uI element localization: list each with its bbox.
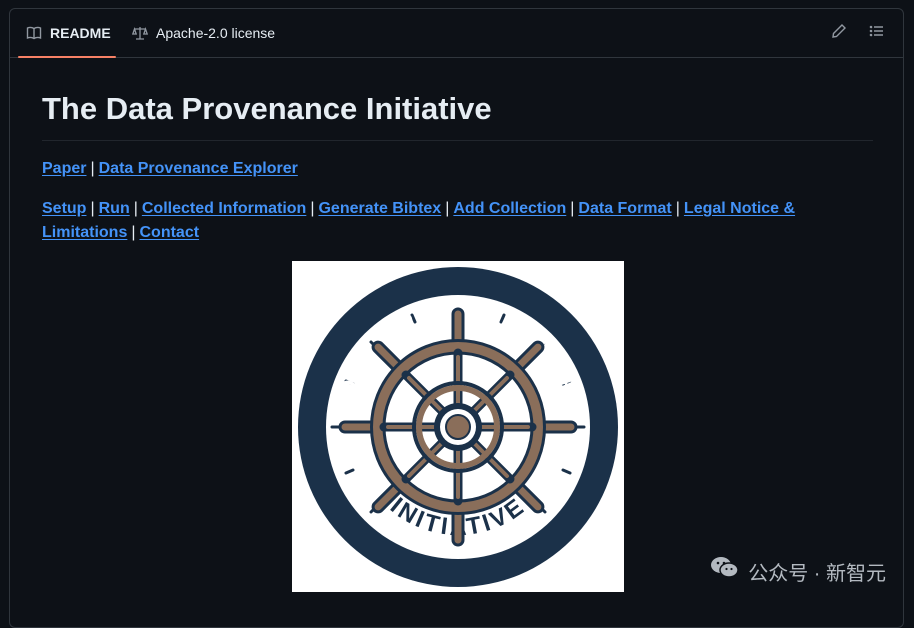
link-data-provenance-explorer[interactable]: Data Provenance Explorer	[99, 160, 298, 177]
link-row-primary: Paper|Data Provenance Explorer	[42, 157, 298, 181]
link-paper[interactable]: Paper	[42, 160, 86, 177]
readme-panel: README Apache-2.0 license	[9, 8, 904, 628]
link-separator: |	[441, 200, 453, 217]
title-divider	[42, 140, 873, 141]
tab-bar: README Apache-2.0 license	[10, 9, 903, 58]
link-legal-notice[interactable]: Legal Notice &	[684, 200, 795, 217]
pencil-icon	[831, 23, 847, 44]
link-separator: |	[306, 200, 318, 217]
book-icon	[26, 25, 42, 41]
tab-readme[interactable]: README	[18, 9, 116, 57]
list-icon	[869, 23, 885, 44]
link-limitations[interactable]: Limitations	[42, 224, 127, 241]
edit-button[interactable]	[829, 23, 849, 43]
link-separator: |	[86, 160, 98, 177]
link-separator: |	[566, 200, 578, 217]
link-contact[interactable]: Contact	[140, 224, 200, 241]
link-collected-information[interactable]: Collected Information	[142, 200, 306, 217]
link-setup[interactable]: Setup	[42, 200, 86, 217]
tab-license[interactable]: Apache-2.0 license	[132, 9, 275, 57]
tab-readme-label: README	[50, 25, 111, 41]
link-data-format[interactable]: Data Format	[578, 200, 671, 217]
outline-button[interactable]	[867, 23, 887, 43]
tab-license-label: Apache-2.0 license	[156, 25, 275, 41]
watermark-text: 公众号 · 新智元	[748, 557, 886, 586]
link-separator: |	[672, 200, 684, 217]
link-add-collection[interactable]: Add Collection	[453, 200, 566, 217]
link-separator: |	[130, 200, 142, 217]
link-run[interactable]: Run	[99, 200, 130, 217]
scale-icon	[132, 25, 148, 41]
initiative-logo: DATA PROVENANCE INITIATIVE	[292, 261, 624, 592]
link-generate-bibtex[interactable]: Generate Bibtex	[318, 200, 441, 217]
link-separator: |	[127, 224, 139, 241]
link-separator: |	[86, 200, 98, 217]
wechat-icon	[710, 555, 740, 587]
page-title: The Data Provenance Initiative	[42, 91, 492, 127]
link-row-sections: Setup|Run|Collected Information|Generate…	[42, 197, 822, 245]
watermark: 公众号 · 新智元	[710, 555, 886, 587]
